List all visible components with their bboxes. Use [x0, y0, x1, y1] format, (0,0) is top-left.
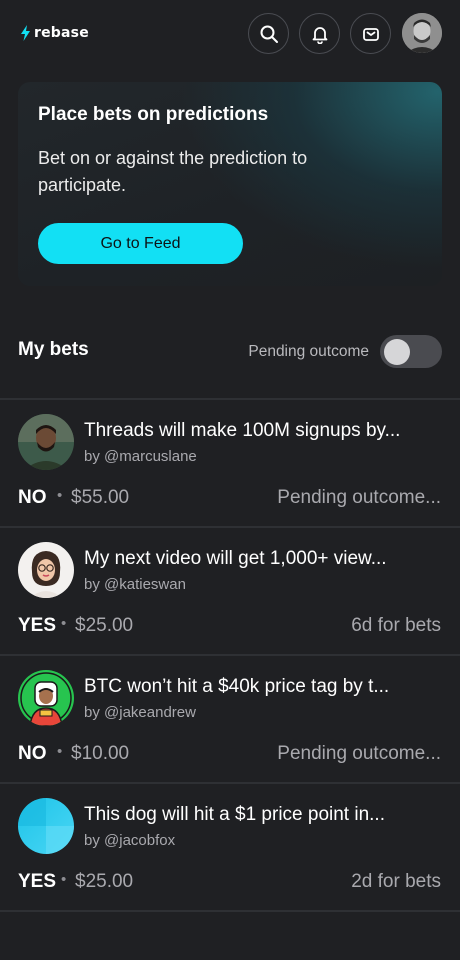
pending-outcome-label: Pending outcome — [248, 343, 369, 360]
separator-dot: • — [61, 615, 67, 632]
bet-title: BTC won’t hit a $40k price tag by t... — [84, 676, 390, 697]
bet-amount: $10.00 — [71, 743, 130, 764]
profile-avatar[interactable] — [402, 13, 442, 53]
bet-item[interactable]: BTC won’t hit a $40k price tag by t... b… — [0, 656, 460, 782]
bet-author[interactable]: by @katieswan — [84, 576, 186, 593]
bet-item[interactable]: This dog will hit a $1 price point in...… — [0, 784, 460, 910]
bet-author[interactable]: by @jakeandrew — [84, 704, 196, 721]
bet-title: Threads will make 100M signups by... — [84, 420, 401, 441]
bet-status: Pending outcome... — [277, 487, 441, 508]
top-bar: rebase — [0, 0, 460, 66]
bet-title: This dog will hit a $1 price point in... — [84, 804, 385, 825]
creator-avatar — [18, 414, 74, 470]
my-bets-title: My bets — [18, 339, 89, 360]
bet-author[interactable]: by @jacobfox — [84, 832, 175, 849]
creator-avatar — [18, 542, 74, 598]
bolt-icon — [21, 25, 30, 41]
divider — [0, 910, 460, 912]
promo-banner: Place bets on predictions Bet on or agai… — [18, 82, 442, 286]
separator-dot: • — [57, 743, 63, 760]
profile-avatar-image — [402, 13, 442, 53]
bet-status: 6d for bets — [351, 615, 441, 636]
bet-side: YES — [18, 871, 57, 892]
bet-author[interactable]: by @marcuslane — [84, 448, 197, 465]
bet-title: My next video will get 1,000+ view... — [84, 548, 387, 569]
banner-title: Place bets on predictions — [38, 104, 269, 125]
banner-description: Bet on or against the prediction to part… — [38, 148, 308, 195]
bet-status: Pending outcome... — [277, 743, 441, 764]
app-screen: rebase Place bets on predictions Bet on … — [0, 0, 460, 960]
creator-avatar — [18, 798, 74, 854]
messages-button[interactable] — [350, 13, 391, 54]
go-to-feed-button[interactable]: Go to Feed — [38, 223, 243, 264]
bet-amount: $55.00 — [71, 487, 130, 508]
separator-dot: • — [61, 871, 67, 888]
mail-icon — [362, 27, 379, 41]
search-icon — [260, 25, 278, 43]
creator-avatar — [18, 670, 74, 726]
bet-side: YES — [18, 615, 57, 636]
bet-amount: $25.00 — [75, 871, 134, 892]
logo-text: rebase — [34, 25, 89, 41]
toggle-knob — [384, 338, 410, 365]
bell-icon — [312, 26, 327, 44]
rebase-logo[interactable]: rebase — [20, 24, 89, 42]
separator-dot: • — [57, 487, 63, 504]
pending-outcome-toggle[interactable] — [380, 335, 442, 368]
bet-amount: $25.00 — [75, 615, 134, 636]
notifications-button[interactable] — [299, 13, 340, 54]
bet-side: NO — [18, 487, 47, 508]
creator-avatar-image — [18, 542, 74, 598]
bet-item[interactable]: My next video will get 1,000+ view... by… — [0, 528, 460, 654]
creator-avatar-image — [18, 670, 74, 726]
creator-avatar-image — [18, 798, 74, 854]
bet-side: NO — [18, 743, 47, 764]
bet-status: 2d for bets — [351, 871, 441, 892]
bet-item[interactable]: Threads will make 100M signups by... by … — [0, 400, 460, 526]
creator-avatar-image — [18, 414, 74, 470]
search-button[interactable] — [248, 13, 289, 54]
